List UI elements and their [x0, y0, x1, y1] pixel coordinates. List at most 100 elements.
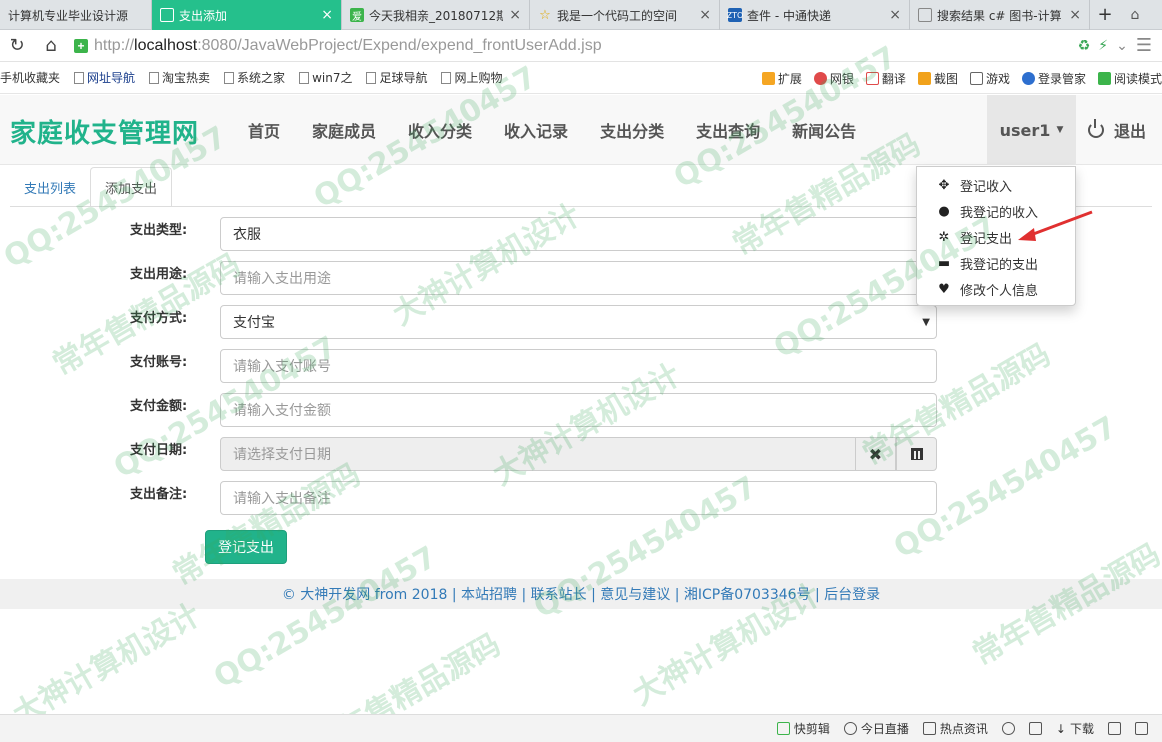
type-label: 支出类型: [130, 223, 188, 238]
account-input[interactable]: 请输入支付账号 [220, 349, 937, 383]
statusbar-download[interactable]: ↓ 下载 [1056, 720, 1094, 737]
amount-label: 支付金额: [130, 399, 188, 414]
browser-statusbar: 快剪辑 今日直播 热点资讯 ↓ 下载 [0, 714, 1162, 742]
scissors-icon [917, 71, 931, 85]
statusbar-refresh[interactable] [1001, 722, 1015, 735]
bookmark-item[interactable]: 网上购物 [441, 69, 502, 86]
content-tabs: 支出列表 添加支出 [10, 167, 173, 207]
news-icon [922, 722, 936, 735]
date-input[interactable]: 请选择支付日期 [220, 437, 856, 471]
gamepad-icon [969, 71, 983, 85]
browser-tab[interactable]: ☆ 我是一个代码工的空间 × [530, 0, 720, 30]
purpose-input[interactable]: 请输入支出用途 [220, 261, 937, 295]
close-tab-icon[interactable]: × [321, 7, 333, 23]
statusbar-quickclip[interactable]: 快剪辑 [776, 720, 830, 737]
memo-input[interactable]: 请输入支出备注 [220, 481, 937, 515]
logout-button[interactable]: 退出 [1088, 95, 1146, 165]
page-footer[interactable]: © 大神开发网 from 2018 | 本站招聘 | 联系站长 | 意见与建议 … [0, 579, 1162, 609]
select-arrow-icon: ▼ [922, 316, 930, 328]
nav-expense-query[interactable]: 支出查询 [680, 95, 776, 165]
statusbar-tools[interactable] [1108, 722, 1121, 735]
new-tab-icon[interactable]: + [1090, 0, 1120, 29]
browser-tab[interactable]: 搜索结果 c# 图书-计算 × [910, 0, 1090, 30]
date-label: 支付日期: [130, 443, 188, 458]
nav-home[interactable]: 首页 [232, 95, 296, 165]
user-name: user1 [999, 120, 1051, 140]
nav-links: 首页 家庭成员 收入分类 收入记录 支出分类 支出查询 新闻公告 [232, 95, 872, 165]
menu-item-register-income[interactable]: ✥ 登记收入 [917, 172, 1075, 198]
refresh-icon[interactable]: ↻ [0, 30, 34, 62]
page-icon [160, 8, 174, 22]
user-icon: ● [938, 203, 950, 219]
move-icon: ✥ [938, 177, 950, 193]
bookmark-item[interactable]: 系统之家 [224, 69, 285, 86]
chevron-down-icon[interactable]: ⌄ [1116, 38, 1128, 54]
reading-mode-button[interactable]: 阅读模式 [1097, 70, 1162, 87]
statusbar-window[interactable] [1135, 722, 1148, 735]
browser-tab[interactable]: ZTO 查件 - 中通快递 × [720, 0, 910, 30]
bank-icon [813, 71, 827, 85]
site-brand[interactable]: 家庭收支管理网 [10, 113, 199, 150]
caret-down-icon: ▼ [1056, 125, 1064, 135]
memo-label: 支出备注: [130, 487, 188, 502]
amount-input[interactable]: 请输入支付金额 [220, 393, 937, 427]
tab-add-expense[interactable]: 添加支出 [90, 167, 173, 207]
download-icon: ↓ [1055, 721, 1066, 736]
power-icon [1088, 119, 1104, 138]
screenshot-button[interactable]: 截图 [917, 70, 958, 87]
nav-family-members[interactable]: 家庭成员 [296, 95, 392, 165]
extensions-button[interactable]: 扩展 [761, 70, 802, 87]
nav-income-category[interactable]: 收入分类 [392, 95, 488, 165]
home-icon[interactable]: ⌂ [34, 30, 68, 62]
login-manager-button[interactable]: 登录管家 [1021, 70, 1086, 87]
extension-icon [761, 71, 775, 85]
account-label: 支付账号: [130, 355, 188, 370]
tab-expense-list[interactable]: 支出列表 [10, 167, 90, 207]
bookmark-item[interactable]: 淘宝热卖 [149, 69, 210, 86]
close-tab-icon[interactable]: × [699, 7, 711, 23]
recycle-icon[interactable]: ♻ [1078, 38, 1091, 54]
menu-item-my-expense[interactable]: ▬ 我登记的支出 [917, 250, 1075, 276]
translate-button[interactable]: 翻译 [865, 70, 906, 87]
bank-button[interactable]: 网银 [813, 70, 854, 87]
url-field[interactable]: + http://localhost:8080/JavaWebProject/E… [68, 30, 1078, 62]
statusbar-live[interactable]: 今日直播 [843, 720, 909, 737]
games-button[interactable]: 游戏 [969, 70, 1010, 87]
browser-tab-active[interactable]: 支出添加 × [152, 0, 342, 30]
bookmarks-bar: 手机收藏夹 网址导航 淘宝热卖 系统之家 win7之 足球导航 网上购物 扩展 … [0, 62, 1162, 94]
bookmark-item[interactable]: 足球导航 [366, 69, 427, 86]
user-menu-button[interactable]: user1 ▼ [987, 95, 1076, 165]
page-icon [149, 71, 160, 84]
bookmark-item[interactable]: 网址导航 [74, 69, 135, 86]
tools-icon [1108, 722, 1121, 735]
browser-tab[interactable]: 计算机专业毕业设计源 [0, 0, 152, 30]
key-icon [1021, 71, 1035, 85]
expense-type-select[interactable]: 衣服 [220, 217, 937, 251]
clear-date-icon[interactable]: ✖ [855, 437, 896, 471]
address-bar: ↻ ⌂ + http://localhost:8080/JavaWebProje… [0, 30, 1162, 62]
calendar-icon[interactable] [896, 437, 937, 471]
bookmark-item[interactable]: 手机收藏夹 [0, 69, 60, 86]
refresh-icon [1001, 722, 1015, 735]
submit-expense-button[interactable]: 登记支出 [205, 530, 287, 564]
nav-news[interactable]: 新闻公告 [776, 95, 872, 165]
lightning-icon[interactable]: ⚡ [1098, 38, 1108, 54]
heart-icon: ♥ [938, 281, 950, 297]
close-tab-icon[interactable]: × [509, 7, 521, 23]
bookmark-item[interactable]: win7之 [299, 69, 352, 86]
close-tab-icon[interactable]: × [1069, 7, 1081, 23]
statusbar-pin[interactable] [1028, 722, 1042, 735]
play-icon [776, 722, 790, 735]
browser-tabstrip: 计算机专业毕业设计源 支出添加 × 爱 今天我相亲_20180712期 × ☆ … [0, 0, 1162, 30]
paymethod-select[interactable]: 支付宝 ▼ [220, 305, 937, 339]
statusbar-hotnews[interactable]: 热点资讯 [922, 720, 988, 737]
menu-icon[interactable]: ☰ [1136, 35, 1152, 56]
close-tab-icon[interactable]: × [889, 7, 901, 23]
browser-tab[interactable]: 爱 今天我相亲_20180712期 × [342, 0, 530, 30]
menu-item-edit-profile[interactable]: ♥ 修改个人信息 [917, 276, 1075, 302]
home-shield-icon[interactable]: ⌂ [1120, 0, 1150, 29]
form-row-paymethod: 支付方式: 支付宝 ▼ [0, 303, 1162, 339]
nav-expense-category[interactable]: 支出分类 [584, 95, 680, 165]
toolbar-extensions: 扩展 网银 翻译 截图 游戏 登录管家 阅读模式 [761, 62, 1162, 94]
nav-income-records[interactable]: 收入记录 [488, 95, 584, 165]
